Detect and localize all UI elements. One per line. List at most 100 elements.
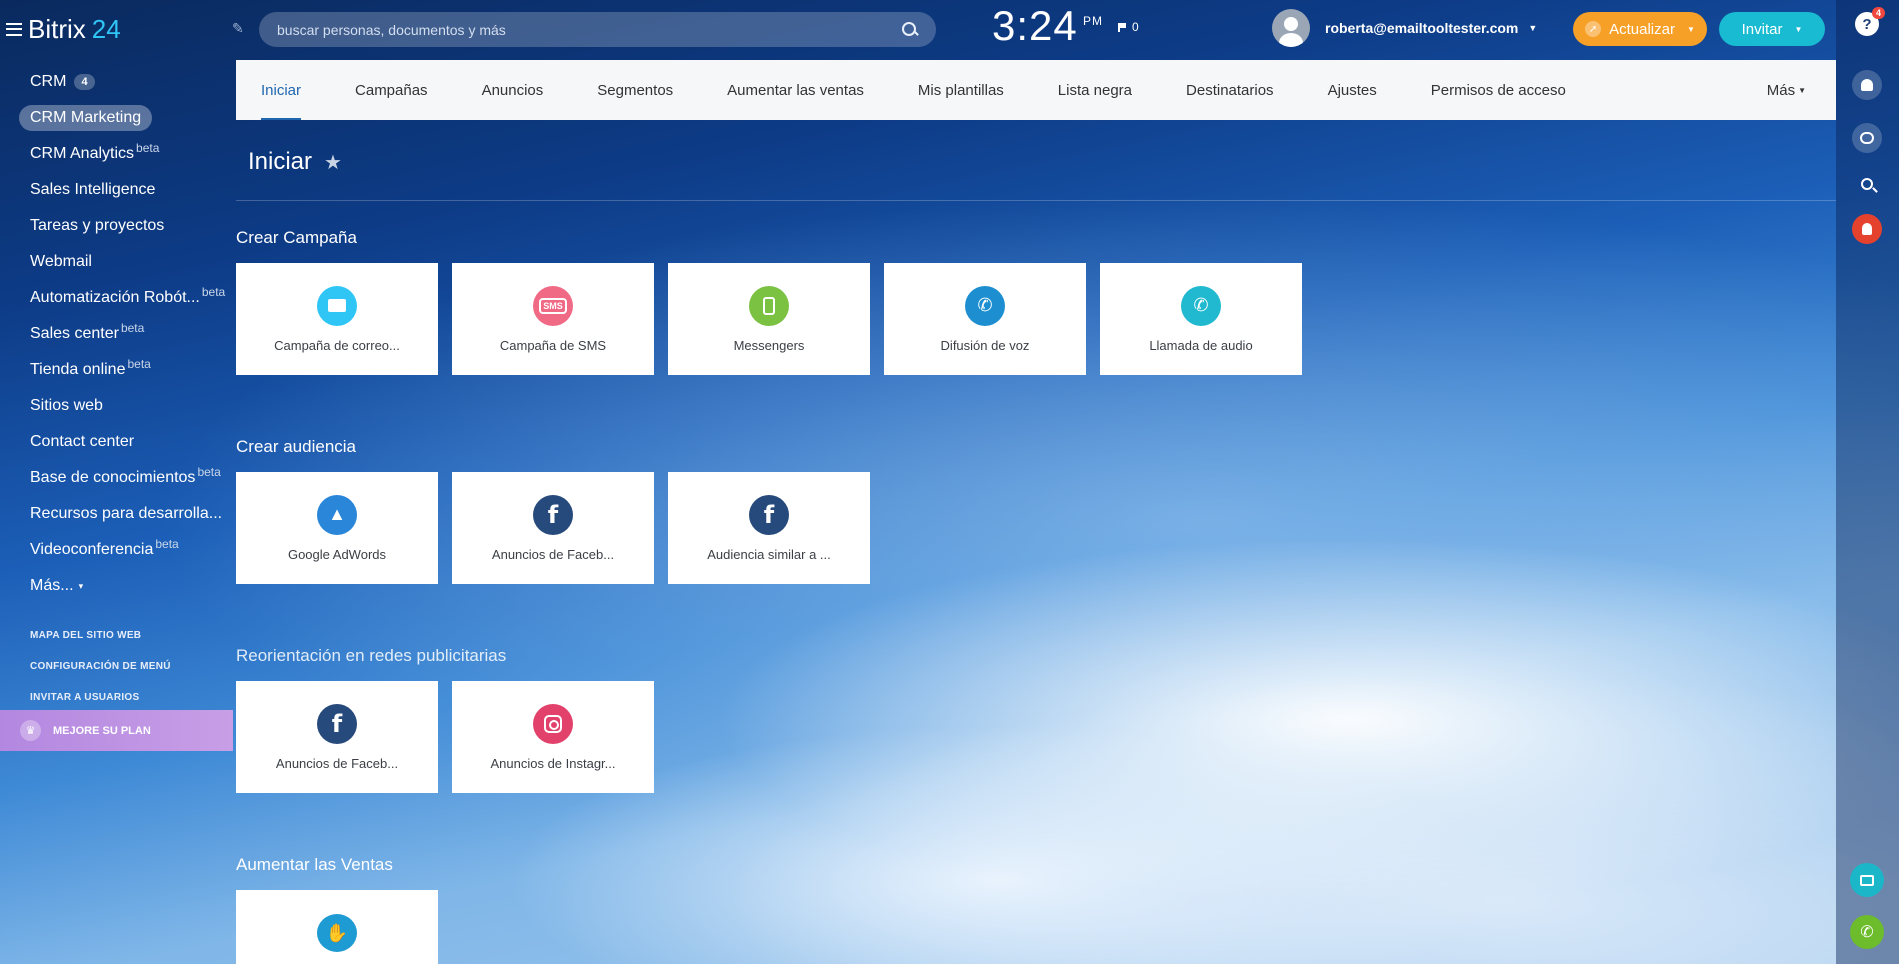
phone-audio-icon: ✆ [1181, 285, 1221, 326]
sidebar-item-developer-resources[interactable]: Recursos para desarrolla... [0, 496, 233, 532]
sidebar-item-crm-analytics[interactable]: CRM Analytics beta [0, 136, 233, 172]
sitemap-link[interactable]: MAPA DEL SITIO WEB [30, 620, 171, 651]
upgrade-button[interactable]: ➚ Actualizar ▼ [1573, 12, 1707, 46]
tile-messengers[interactable]: Messengers [668, 263, 870, 375]
chevron-down-icon: ▼ [1798, 85, 1806, 95]
tile-facebook-ads[interactable]: f Anuncios de Faceb... [452, 472, 654, 584]
user-menu[interactable]: roberta@emailtooltester.com ▼ [1272, 8, 1537, 48]
sidebar-item-online-store[interactable]: Tienda online beta [0, 352, 233, 388]
tab-ads[interactable]: Anuncios [482, 60, 544, 120]
brand-number: 24 [91, 13, 121, 44]
tab-segments[interactable]: Segmentos [597, 60, 673, 120]
tile-instagram-retargeting[interactable]: Anuncios de Instagr... [452, 681, 654, 793]
tile-label: Difusión de voz [940, 337, 1030, 353]
tile-label: Campaña de SMS [499, 337, 607, 353]
upgrade-plan-label: MEJORE SU PLAN [53, 724, 151, 737]
adwords-icon: ▲ [317, 494, 357, 535]
tile-label: Campaña de correo... [274, 337, 400, 353]
tile-lookalike-audience[interactable]: f Audiencia similar a ... [668, 472, 870, 584]
crm-count-badge: 4 [74, 74, 95, 90]
sidebar-item-knowledge-base[interactable]: Base de conocimientos beta [0, 460, 233, 496]
tile-label: Anuncios de Instagr... [490, 755, 616, 771]
sidebar-item-label: CRM [30, 73, 67, 90]
sidebar-item-websites[interactable]: Sitios web [0, 388, 233, 424]
campaign-tiles: Campaña de correo... SMS Campaña de SMS … [236, 263, 1302, 375]
sidebar-item-label: Recursos para desarrolla... [30, 505, 223, 522]
tab-settings[interactable]: Ajustes [1328, 60, 1377, 120]
section-title-sales: Aumentar las Ventas [236, 855, 393, 874]
upgrade-plan-button[interactable]: ♛ MEJORE SU PLAN [0, 710, 233, 751]
tab-more[interactable]: Más ▼ [1767, 60, 1806, 120]
star-icon[interactable]: ★ [324, 150, 342, 175]
section-title-retargeting: Reorientación en redes publicitarias [236, 646, 507, 665]
flag-counter[interactable]: 0 [1118, 20, 1139, 34]
tab-recipients[interactable]: Destinatarios [1186, 60, 1274, 120]
invite-users-link[interactable]: INVITAR A USUARIOS [30, 682, 171, 713]
screen-share-icon[interactable] [1850, 863, 1884, 897]
tab-access-permissions[interactable]: Permisos de acceso [1431, 60, 1566, 120]
search-icon[interactable] [1852, 169, 1882, 199]
search-input[interactable] [277, 21, 902, 38]
sidebar-item-crm-marketing[interactable]: CRM Marketing [0, 100, 233, 136]
beta-tag: beta [197, 465, 221, 479]
sidebar-item-sales-center[interactable]: Sales center beta [0, 316, 233, 352]
beta-tag: beta [155, 537, 179, 551]
tile-increase-sales[interactable]: ✋ [236, 890, 438, 964]
sidebar-item-label: Sitios web [30, 397, 103, 414]
user-icon[interactable] [1852, 214, 1882, 244]
tile-label: Google AdWords [287, 546, 387, 562]
crown-icon: ♛ [20, 720, 41, 741]
tab-iniciar[interactable]: Iniciar [261, 60, 302, 120]
menu-icon[interactable] [6, 22, 22, 36]
bell-icon[interactable] [1852, 70, 1882, 100]
handshake-icon: ✋ [317, 914, 357, 952]
tab-increase-sales[interactable]: Aumentar las ventas [727, 60, 864, 120]
menu-settings-link[interactable]: CONFIGURACIÓN DE MENÚ [30, 651, 171, 682]
tile-sms-campaign[interactable]: SMS Campaña de SMS [452, 263, 654, 375]
sidebar-item-webmail[interactable]: Webmail [0, 244, 233, 280]
tab-campaigns[interactable]: Campañas [355, 60, 428, 120]
sidebar-item-automation[interactable]: Automatización Robót... beta [0, 280, 233, 316]
upgrade-label: Actualizar [1609, 20, 1675, 38]
beta-tag: beta [136, 141, 160, 155]
instagram-icon [533, 703, 573, 744]
sales-tiles: ✋ [236, 890, 438, 964]
clock[interactable]: 3:24 PM [992, 2, 1102, 50]
tile-voice-broadcast[interactable]: ✆ Difusión de voz [884, 263, 1086, 375]
sidebar-item-label: CRM Marketing [19, 105, 153, 131]
tab-my-templates[interactable]: Mis plantillas [918, 60, 1004, 120]
sidebar-item-label: Sales center [30, 325, 119, 342]
invite-button[interactable]: Invitar ▼ [1719, 12, 1825, 46]
sidebar-item-sales-intelligence[interactable]: Sales Intelligence [0, 172, 233, 208]
help-icon[interactable]: ? 4 [1855, 7, 1885, 36]
logo[interactable]: Bitrix 24 [6, 12, 121, 46]
tile-facebook-retargeting[interactable]: f Anuncios de Faceb... [236, 681, 438, 793]
tile-email-campaign[interactable]: Campaña de correo... [236, 263, 438, 375]
flag-icon [1118, 22, 1126, 32]
avatar [1272, 9, 1310, 47]
sidebar-item-contact-center[interactable]: Contact center [0, 424, 233, 460]
section-title-campaign: Crear Campaña [236, 228, 357, 247]
sidebar-item-crm[interactable]: CRM 4 [0, 64, 233, 100]
chevron-down-icon: ▾ [78, 580, 84, 591]
tile-label: Anuncios de Faceb... [275, 755, 399, 771]
sidebar-item-label: Videoconferencia [30, 541, 154, 558]
sidebar-item-more[interactable]: Más... ▾ [0, 568, 233, 604]
section-title-audience: Crear audiencia [236, 437, 357, 456]
chevron-down-icon: ▼ [1794, 24, 1803, 34]
sidebar-item-videoconference[interactable]: Videoconferencia beta [0, 532, 233, 568]
tab-more-label: Más [1766, 81, 1796, 99]
chat-icon[interactable] [1852, 123, 1882, 153]
search-icon[interactable] [902, 21, 918, 38]
sidebar-nav: CRM 4 CRM Marketing CRM Analytics beta Sal… [0, 64, 233, 604]
tile-google-adwords[interactable]: ▲ Google AdWords [236, 472, 438, 584]
retargeting-tiles: f Anuncios de Faceb... Anuncios de Insta… [236, 681, 654, 793]
tile-label: Llamada de audio [1149, 337, 1253, 353]
sidebar-item-label: Más... [30, 577, 74, 594]
tab-blacklist[interactable]: Lista negra [1058, 60, 1132, 120]
tile-audio-call[interactable]: ✆ Llamada de audio [1100, 263, 1302, 375]
sidebar-item-tasks[interactable]: Tareas y proyectos [0, 208, 233, 244]
edit-pencil-icon[interactable]: ✎ [232, 20, 244, 37]
phone-icon[interactable]: ✆ [1850, 915, 1884, 949]
main-tab-bar: Iniciar Campañas Anuncios Segmentos Aume… [236, 60, 1836, 120]
